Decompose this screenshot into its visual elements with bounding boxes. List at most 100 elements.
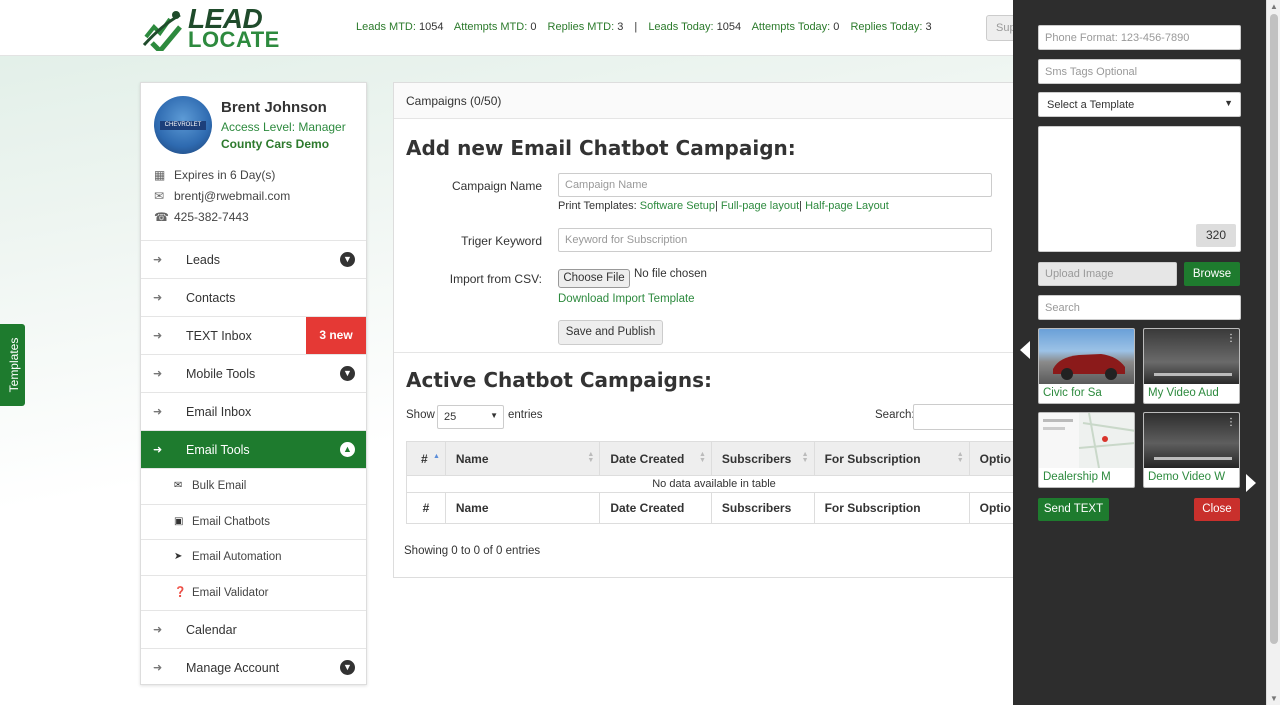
upload-image-input[interactable]: Upload Image xyxy=(1038,262,1177,286)
message-textarea[interactable]: 320 xyxy=(1038,126,1241,252)
footer-col-for-subscription: For Subscription xyxy=(813,492,970,524)
stat-replies-today: Replies Today: 3 xyxy=(850,21,932,33)
envelope-open-icon: ✉ xyxy=(174,480,183,491)
sidebar-subitem-email-validator[interactable]: ❓ Email Validator xyxy=(141,576,366,611)
send-text-button[interactable]: Send TEXT xyxy=(1038,498,1109,521)
page-scrollbar[interactable]: ▲ ▼ xyxy=(1266,0,1280,705)
divider xyxy=(394,352,1022,353)
campaign-name-input[interactable]: Campaign Name xyxy=(558,173,992,197)
logo-chart-icon xyxy=(142,11,182,51)
campaigns-table: # ▲ Name ▲ ▼ Date Created ▲ ▼ Subscribers ▲ ▼ F… xyxy=(406,441,1023,524)
lead-locate-logo[interactable]: LEAD LOCATE xyxy=(140,3,280,52)
template-thumbnail[interactable]: Dealership M xyxy=(1038,412,1135,488)
sign-in-icon: ➜ xyxy=(153,444,163,456)
sms-tags-input[interactable]: Sms Tags Optional xyxy=(1038,59,1241,84)
col-header-label: # xyxy=(421,451,428,466)
sidebar-item-label: Mobile Tools xyxy=(186,367,256,381)
browse-button[interactable]: Browse xyxy=(1184,262,1240,286)
sidebar-item-email-tools[interactable]: ➜ Email Tools ▲ xyxy=(141,431,366,469)
map-image xyxy=(1039,413,1134,469)
sign-in-icon: ➜ xyxy=(153,330,163,342)
video-progress-icon xyxy=(1154,457,1232,460)
profile-company[interactable]: County Cars Demo xyxy=(221,137,329,151)
col-header-subscribers[interactable]: Subscribers ▲ ▼ xyxy=(710,441,815,476)
sort-asc-icon: ▲ xyxy=(433,453,440,460)
campaign-name-label: Campaign Name xyxy=(451,179,542,193)
download-import-template-link[interactable]: Download Import Template xyxy=(558,293,695,305)
new-messages-badge[interactable]: 3 new xyxy=(306,317,366,354)
avatar: CHEVROLET xyxy=(154,96,212,154)
stat-leads-today: Leads Today: 1054 xyxy=(648,21,742,33)
sidebar-item-email-inbox[interactable]: ➜ Email Inbox xyxy=(141,393,366,431)
sort-icon: ▲ ▼ xyxy=(956,451,964,464)
templates-side-tab[interactable]: Templates xyxy=(0,324,25,406)
keyword-label: Triger Keyword xyxy=(461,234,542,248)
entries-per-page-select[interactable]: 25 ▼ xyxy=(437,405,504,429)
stat-leads-mtd: Leads MTD: 1054 xyxy=(356,21,444,33)
template-thumbnail[interactable]: ⋮ My Video Aud xyxy=(1143,328,1240,404)
keyword-input[interactable]: Keyword for Subscription xyxy=(558,228,992,252)
chevron-down-icon[interactable]: ▼ xyxy=(340,660,355,675)
chat-box-icon: ▣ xyxy=(174,515,184,527)
sidebar-item-manage-account[interactable]: ➜ Manage Account ▼ xyxy=(141,649,366,687)
thumbnail-caption: Dealership M xyxy=(1043,471,1111,483)
calendar-icon: ▦ xyxy=(154,168,166,182)
import-csv-label: Import from CSV: xyxy=(449,272,542,286)
table-search-input[interactable] xyxy=(913,404,1023,430)
carousel-next-icon[interactable] xyxy=(1246,474,1256,492)
chevron-up-icon[interactable]: ▲ xyxy=(340,442,355,457)
phone-input[interactable]: Phone Format: 123-456-7890 xyxy=(1038,25,1241,50)
sidebar-item-contacts[interactable]: ➜ Contacts xyxy=(141,279,366,317)
panel-header: Campaigns (0/50) xyxy=(394,83,1022,119)
scroll-up-icon[interactable]: ▲ xyxy=(1270,2,1278,11)
stat-replies-mtd: Replies MTD: 3 xyxy=(547,21,624,33)
show-label: Show xyxy=(406,409,435,421)
template-search-input[interactable]: Search xyxy=(1038,295,1241,320)
half-page-layout-link[interactable]: Half-page Layout xyxy=(805,200,889,212)
sidebar-item-calendar[interactable]: ➜ Calendar xyxy=(141,611,366,649)
col-header-label: Subscribers xyxy=(721,451,792,466)
sidebar-item-label: Manage Account xyxy=(186,661,280,675)
template-select-value: Select a Template xyxy=(1047,99,1135,111)
scroll-down-icon[interactable]: ▼ xyxy=(1270,694,1278,703)
sidebar-item-text-inbox[interactable]: ➜ TEXT Inbox 3 new xyxy=(141,317,366,355)
thumbnail-caption: Civic for Sa xyxy=(1043,387,1102,399)
sort-icon: ▲ ▼ xyxy=(801,451,809,464)
map-icon xyxy=(1039,413,1134,469)
sidebar-subitem-email-automation[interactable]: ➤ Email Automation xyxy=(141,540,366,576)
sign-in-icon: ➜ xyxy=(153,368,163,380)
chevron-down-icon[interactable]: ▼ xyxy=(340,366,355,381)
sidebar-item-leads[interactable]: ➜ Leads ▼ xyxy=(141,241,366,279)
col-header-for-subscription[interactable]: For Subscription ▲ ▼ xyxy=(813,441,970,476)
col-header-index[interactable]: # ▲ xyxy=(406,441,446,476)
sidebar-subitem-bulk-email[interactable]: ✉ Bulk Email xyxy=(141,469,366,505)
scrollbar-thumb[interactable] xyxy=(1270,14,1278,644)
carousel-prev-icon[interactable] xyxy=(1020,341,1030,359)
link-separator: | xyxy=(799,200,803,212)
close-button[interactable]: Close xyxy=(1194,498,1240,521)
template-thumbnail[interactable]: Civic for Sa xyxy=(1038,328,1135,404)
table-header-row: # ▲ Name ▲ ▼ Date Created ▲ ▼ Subscribers ▲ ▼ F… xyxy=(406,441,1023,476)
template-select[interactable]: Select a Template ▼ xyxy=(1038,92,1241,117)
sort-icon: ▲ ▼ xyxy=(587,451,595,464)
add-campaign-title: Add new Email Chatbot Campaign: xyxy=(406,136,796,160)
save-publish-button[interactable]: Save and Publish xyxy=(558,320,663,345)
full-page-layout-link[interactable]: Full-page layout xyxy=(721,200,799,212)
sidebar-item-mobile-tools[interactable]: ➜ Mobile Tools ▼ xyxy=(141,355,366,393)
search-label: Search: xyxy=(875,409,915,421)
software-setup-link[interactable]: Software Setup xyxy=(640,200,715,212)
template-thumbnail[interactable]: ⋮ Demo Video W xyxy=(1143,412,1240,488)
col-header-name[interactable]: Name ▲ ▼ xyxy=(444,441,601,476)
stat-attempts-mtd: Attempts MTD: 0 xyxy=(453,21,537,33)
car-photo-image xyxy=(1039,329,1134,384)
print-templates-row: Print Templates: Software Setup| Full-pa… xyxy=(558,200,889,212)
sidebar-subitem-email-chatbots[interactable]: ▣ Email Chatbots xyxy=(141,505,366,540)
choose-file-button[interactable]: Choose File xyxy=(558,269,630,288)
col-header-date-created[interactable]: Date Created ▲ ▼ xyxy=(599,441,712,476)
col-header-label: For Subscription xyxy=(824,451,921,466)
table-footer-row: # Name Date Created Subscribers For Subs… xyxy=(406,492,1023,524)
sign-in-icon: ➜ xyxy=(153,406,163,418)
chevron-down-icon[interactable]: ▼ xyxy=(340,252,355,267)
paper-plane-icon: ➤ xyxy=(174,551,183,562)
video-progress-icon xyxy=(1154,373,1232,376)
